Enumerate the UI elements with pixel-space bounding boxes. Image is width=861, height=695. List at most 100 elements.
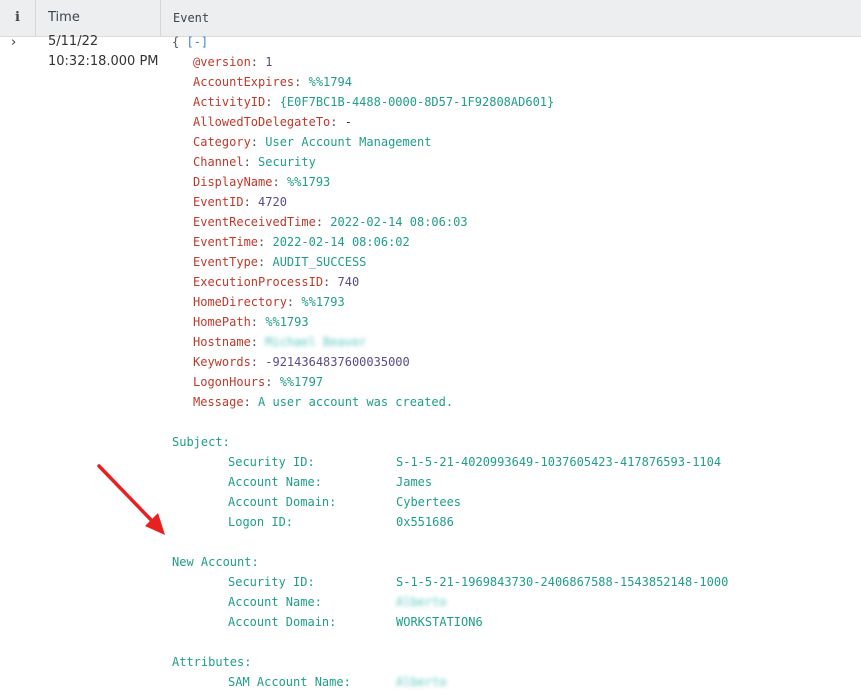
event-field-row: EventType: AUDIT_SUCCESS xyxy=(193,253,366,271)
event-field-row: ExecutionProcessID: 740 xyxy=(193,273,359,291)
field-separator: : xyxy=(286,295,302,309)
message-value: Alberto xyxy=(396,675,447,689)
field-separator: : xyxy=(250,355,266,369)
field-value[interactable]: 740 xyxy=(338,275,360,289)
field-key[interactable]: EventTime xyxy=(193,235,258,249)
field-value[interactable]: %%1793 xyxy=(287,175,330,189)
field-separator: : xyxy=(243,155,259,169)
message-label: Account Name: xyxy=(228,595,322,609)
event-field-row: EventID: 4720 xyxy=(193,193,287,211)
message-label: Logon ID: xyxy=(228,515,294,529)
field-value[interactable]: AUDIT_SUCCESS xyxy=(272,255,366,269)
field-key[interactable]: HomeDirectory xyxy=(193,295,287,309)
message-label: Security ID: xyxy=(228,575,315,589)
message-section-title: New Account: xyxy=(172,555,259,569)
field-key[interactable]: HomePath xyxy=(193,315,251,329)
event-field-row: Keywords: -9214364837600035000 xyxy=(193,353,410,371)
field-key[interactable]: AllowedToDelegateTo xyxy=(193,115,330,129)
field-key[interactable]: ActivityID xyxy=(193,95,265,109)
event-time: 10:32:18.000 PM xyxy=(48,54,159,69)
field-key[interactable]: AccountExpires xyxy=(193,75,294,89)
event-field-row: EventReceivedTime: 2022-02-14 08:06:03 xyxy=(193,213,468,231)
field-separator: : xyxy=(294,75,309,89)
field-key[interactable]: @version xyxy=(193,55,251,69)
message-label: SAM Account Name: xyxy=(228,675,351,689)
field-separator: : xyxy=(265,375,280,389)
message-section-title: Attributes: xyxy=(172,655,252,669)
message-label: Security ID: xyxy=(228,455,315,469)
field-value[interactable]: - xyxy=(345,115,352,129)
field-separator: : xyxy=(250,55,266,69)
expand-row-chevron-icon[interactable]: › xyxy=(11,35,25,51)
open-brace: { xyxy=(172,35,180,49)
field-separator: : xyxy=(323,275,338,289)
event-field-row: Channel: Security xyxy=(193,153,316,171)
results-table-header: i Time Event xyxy=(0,0,861,37)
field-separator: : xyxy=(265,95,280,109)
column-divider xyxy=(160,0,161,36)
field-value[interactable]: %%1797 xyxy=(280,375,323,389)
event-field-row: HomePath: %%1793 xyxy=(193,313,309,331)
info-column-icon[interactable]: i xyxy=(0,0,35,36)
event-date: 5/11/22 xyxy=(48,34,99,49)
field-key[interactable]: Channel xyxy=(193,155,244,169)
field-key[interactable]: DisplayName xyxy=(193,175,272,189)
message-value: WORKSTATION6 xyxy=(396,615,483,629)
field-separator: : xyxy=(330,115,345,129)
message-label: Account Domain: xyxy=(228,615,337,629)
event-open-line: { [-] xyxy=(172,33,208,51)
event-field-row: HomeDirectory: %%1793 xyxy=(193,293,345,311)
message-value: Cybertees xyxy=(396,495,462,509)
field-key[interactable]: EventID xyxy=(193,195,244,209)
field-value[interactable]: %%1793 xyxy=(301,295,344,309)
field-separator: : xyxy=(250,135,266,149)
field-value[interactable]: User Account Management xyxy=(265,135,431,149)
field-value[interactable]: Security xyxy=(258,155,316,169)
field-value[interactable]: 1 xyxy=(265,55,272,69)
message-value: S-1-5-21-4020993649-1037605423-417876593… xyxy=(396,455,722,469)
field-separator: : xyxy=(250,315,266,329)
event-field-row: Message: A user account was created. xyxy=(193,393,453,411)
message-section-title: Subject: xyxy=(172,435,230,449)
field-value[interactable]: {E0F7BC1B-4488-0000-8D57-1F92808AD601} xyxy=(280,95,555,109)
field-value[interactable]: A user account was created. xyxy=(258,395,453,409)
field-key[interactable]: EventType xyxy=(193,255,258,269)
field-value[interactable]: 2022-02-14 08:06:02 xyxy=(272,235,409,249)
collapse-toggle-button[interactable]: [-] xyxy=(186,35,208,49)
event-field-row: Category: User Account Management xyxy=(193,133,431,151)
field-value[interactable]: Michael Beaver xyxy=(265,335,366,349)
event-field-row: AllowedToDelegateTo: - xyxy=(193,113,352,131)
field-key[interactable]: Category xyxy=(193,135,251,149)
field-key[interactable]: EventReceivedTime xyxy=(193,215,316,229)
field-separator: : xyxy=(315,215,331,229)
message-label: Account Domain: xyxy=(228,495,337,509)
event-field-row: DisplayName: %%1793 xyxy=(193,173,330,191)
column-divider xyxy=(35,0,36,36)
field-separator: : xyxy=(272,175,287,189)
event-field-row: @version: 1 xyxy=(193,53,272,71)
event-field-row: LogonHours: %%1797 xyxy=(193,373,323,391)
field-value[interactable]: 4720 xyxy=(258,195,287,209)
event-field-row: ActivityID: {E0F7BC1B-4488-0000-8D57-1F9… xyxy=(193,93,554,111)
field-separator: : xyxy=(250,335,266,349)
red-arrow-icon xyxy=(97,464,165,535)
field-key[interactable]: LogonHours xyxy=(193,375,265,389)
message-label: Account Name: xyxy=(228,475,322,489)
field-separator: : xyxy=(258,235,273,249)
field-key[interactable]: Hostname xyxy=(193,335,251,349)
field-value[interactable]: %%1793 xyxy=(265,315,308,329)
event-field-row: AccountExpires: %%1794 xyxy=(193,73,352,91)
field-separator: : xyxy=(243,195,259,209)
event-field-row: EventTime: 2022-02-14 08:06:02 xyxy=(193,233,410,251)
field-value[interactable]: 2022-02-14 08:06:03 xyxy=(330,215,467,229)
field-value[interactable]: -9214364837600035000 xyxy=(265,355,410,369)
message-value: S-1-5-21-1969843730-2406867588-154385214… xyxy=(396,575,729,589)
field-value[interactable]: %%1794 xyxy=(309,75,352,89)
message-value: 0x551686 xyxy=(396,515,454,529)
time-column-header[interactable]: Time xyxy=(48,0,80,36)
event-column-header[interactable]: Event xyxy=(173,0,209,36)
field-key[interactable]: Keywords xyxy=(193,355,251,369)
field-key[interactable]: Message xyxy=(193,395,244,409)
message-value: James xyxy=(396,475,433,489)
field-key[interactable]: ExecutionProcessID xyxy=(193,275,323,289)
